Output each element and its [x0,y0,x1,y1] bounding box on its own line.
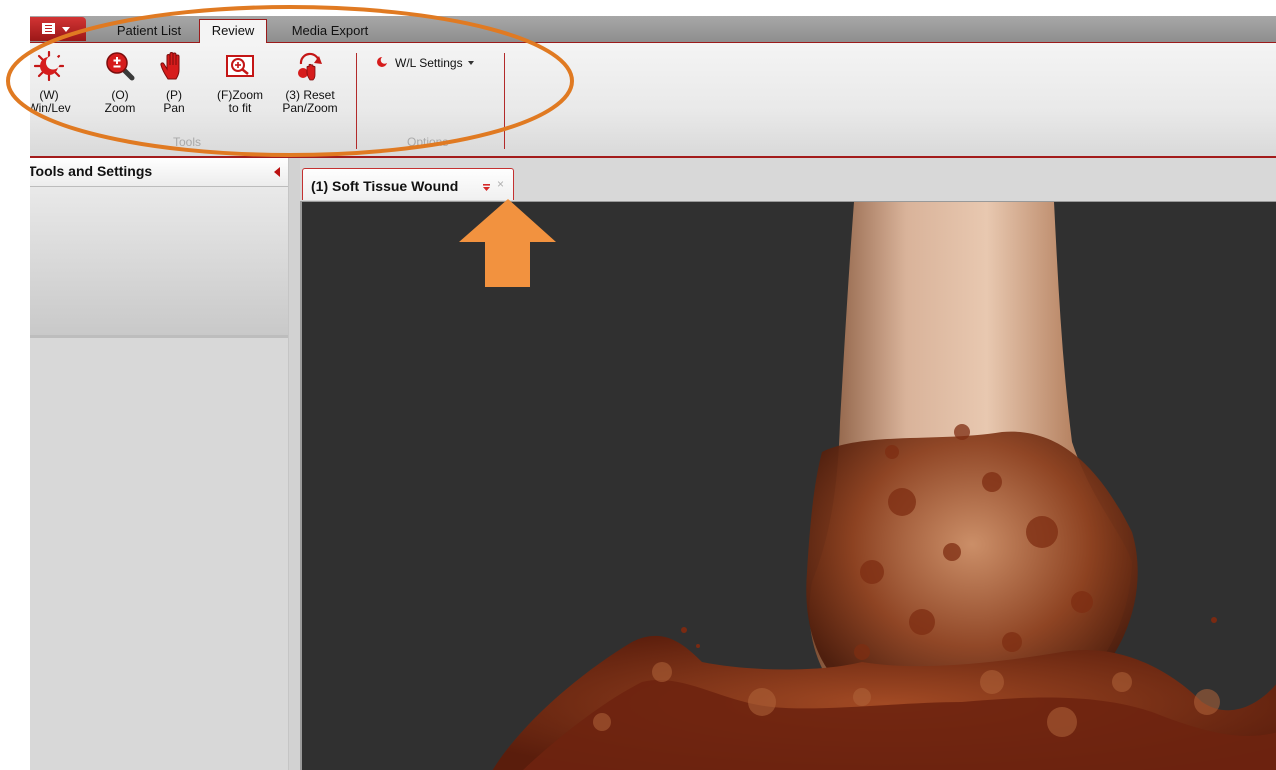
zoom-to-fit-button[interactable]: (F)Zoom to fit [210,51,270,115]
reset-pan-zoom-icon [295,51,325,81]
reset-pan-zoom-button[interactable]: (3) Reset Pan/Zoom [273,51,347,115]
options-group-label: Options [407,135,449,149]
zoom-to-fit-icon [225,51,255,81]
wl-settings-dropdown[interactable]: W/L Settings [376,55,474,70]
zoom-to-fit-label: to fit [228,101,252,115]
collapse-panel-icon[interactable] [274,167,280,177]
window-level-icon [376,55,392,69]
tab-media-export[interactable]: Media Export [282,20,378,42]
document-tab-strip: (1) Soft Tissue Wound × [300,158,1276,202]
tools-settings-panel: Tools and Settings [30,158,288,770]
app-menu-button[interactable] [30,17,86,41]
ribbon-separator [356,53,357,149]
panel-content-block [30,187,288,338]
volume-rendering [492,202,1276,770]
chevron-down-icon [62,27,70,32]
window-level-icon [33,50,65,82]
zoom-button[interactable]: (O) Zoom [98,51,142,115]
wl-settings-label: W/L Settings [395,56,463,70]
reset-pan-zoom-label: Pan/Zoom [282,101,338,115]
document-tab[interactable]: (1) Soft Tissue Wound × [302,168,514,200]
tools-group-label: Tools [173,135,202,149]
zoom-label: Zoom [104,101,136,115]
tab-review[interactable]: Review [199,19,267,44]
ribbon-panel: (W) Win/Lev (O) Zoom (P) Pan (F)Zoom to … [30,43,1276,158]
close-icon[interactable]: × [497,177,504,191]
pan-button[interactable]: (P) Pan [152,51,196,115]
chevron-down-icon [467,61,474,65]
win-lev-button[interactable]: (W) Win/Lev [30,50,80,115]
panel-header: Tools and Settings [30,158,288,187]
ribbon-tab-strip: Patient List Review Media Export [30,16,1276,44]
panel-title: Tools and Settings [30,163,153,179]
menu-book-icon [42,23,55,34]
zoom-magnifier-icon [105,51,135,81]
document-tab-title: (1) Soft Tissue Wound [311,178,459,194]
tab-patient-list[interactable]: Patient List [106,20,192,42]
application-window: Patient List Review Media Export (W) Win… [30,16,1276,770]
win-lev-label: Win/Lev [30,101,71,115]
pan-label: Pan [163,101,185,115]
tab-menu-icon[interactable] [482,179,491,191]
pan-hand-icon [159,51,189,81]
ribbon-separator [504,53,505,149]
image-viewport[interactable] [300,201,1276,770]
